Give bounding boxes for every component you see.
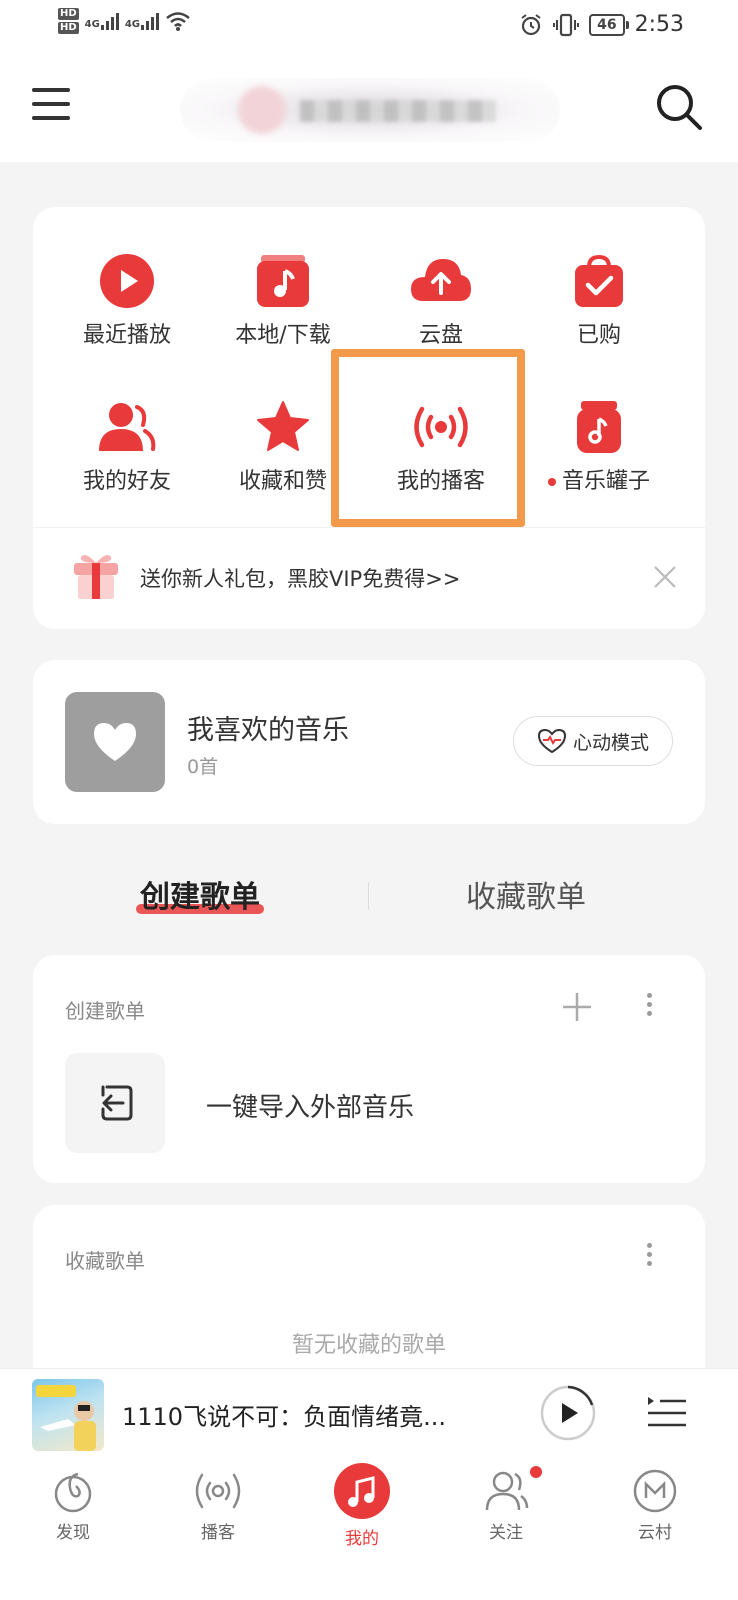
liked-music-card[interactable]: 我喜欢的音乐 0首 心动模式 [33,660,705,824]
discover-icon [54,1472,92,1513]
playlist-tabs: 创建歌单 收藏歌单 [0,866,738,932]
network-type-1: 4G [84,19,100,30]
shortcut-purchased[interactable]: 已购 [515,253,683,373]
shortcut-friends[interactable]: 我的好友 [43,399,211,519]
nav-label: 云村 [638,1523,672,1543]
import-external-music[interactable]: 一键导入外部音乐 [206,1087,414,1124]
shortcut-card: 最近播放 本地/下载 云盘 已购 我的好友 收藏和赞 我的播客 音乐罐子 送你新… [33,207,705,629]
divider [33,527,705,528]
import-icon-box[interactable] [65,1053,165,1153]
music-note-box-icon [257,255,309,307]
shortcut-label: 本地/下载 [235,323,331,348]
music-note-icon [334,1463,390,1519]
network-status: HD HD 4G 4G [58,8,191,34]
cover-art-icon [36,1385,96,1451]
avatar [238,86,286,134]
import-icon [101,1085,133,1121]
hd-indicator-2: HD [58,22,79,34]
section-title: 创建歌单 [65,999,145,1023]
more-options-icon[interactable] [639,1239,659,1273]
clock: 2:53 [634,12,684,37]
new-badge-dot [547,478,556,486]
section-title: 收藏歌单 [65,1249,145,1273]
heart-icon [94,723,136,761]
close-icon[interactable] [653,565,677,589]
user-profile-blurred[interactable] [180,78,560,142]
shortcut-label: 已购 [576,323,621,348]
star-icon [257,401,309,451]
shortcut-label: 音乐罐子 [561,469,650,494]
top-bar [0,56,738,162]
signal-1: 4G [85,12,119,30]
podcast-icon [195,1473,241,1509]
hd-indicator-1: HD [58,8,79,20]
nav-label: 关注 [489,1523,523,1543]
gift-icon [74,555,118,599]
signal-bars-1-icon [100,12,119,30]
username-blurred [300,100,496,122]
cloud-upload-icon [411,259,471,301]
heartbeat-icon [537,728,566,754]
now-playing-title: 1110飞说不可：负面情绪竟... [122,1403,446,1431]
tab-separator [368,882,369,910]
status-bar: HD HD 4G 4G 46 2:53 [0,0,738,56]
promo-banner[interactable]: 送你新人礼包，黑胶VIP免费得>> [33,537,705,617]
music-jar-icon [577,401,621,453]
bottom-nav: 发现 播客 我的 关注 云村 [0,1458,738,1600]
friends-icon [99,403,156,451]
add-playlist-icon[interactable] [561,991,593,1023]
highlight-annotation-box [331,349,525,527]
more-options-icon[interactable] [639,989,659,1023]
nav-label: 发现 [56,1523,90,1543]
empty-state-text: 暂无收藏的歌单 [291,1333,446,1358]
tab-created-playlists[interactable]: 创建歌单 [136,872,264,916]
menu-button[interactable] [32,88,70,122]
shortcut-label: 云盘 [418,323,463,348]
cloud-village-icon [633,1469,677,1513]
shortcut-label-with-dot: 音乐罐子 [515,463,683,495]
nav-label: 播客 [201,1523,235,1543]
system-status: 46 2:53 [519,12,684,37]
shortcut-label: 我的好友 [82,469,171,494]
shortcut-label: 最近播放 [82,323,171,348]
shopping-bag-check-icon [575,254,623,307]
shortcut-recent-play[interactable]: 最近播放 [43,253,211,373]
created-playlists-card: 创建歌单 一键导入外部音乐 [33,955,705,1183]
search-icon[interactable] [654,82,704,132]
now-playing-cover[interactable] [32,1379,104,1451]
nav-podcast[interactable]: 播客 [163,1468,273,1543]
battery-indicator: 46 [589,13,630,36]
alarm-icon [521,13,541,35]
nav-cloud-village[interactable]: 云村 [600,1468,710,1543]
vibrate-icon [553,13,580,36]
play-circle-icon [100,254,154,308]
signal-2: 4G [124,12,160,30]
wifi-icon [166,12,190,31]
shortcut-grid: 最近播放 本地/下载 云盘 已购 我的好友 收藏和赞 我的播客 音乐罐子 [33,207,705,527]
liked-music-count: 0首 [187,756,219,778]
mini-player[interactable]: 1110飞说不可：负面情绪竟... [0,1368,738,1458]
heartbeat-mode-label: 心动模式 [572,731,649,754]
nav-follow[interactable]: 关注 [451,1468,561,1543]
follow-icon [485,1471,529,1511]
play-icon[interactable] [540,1385,596,1441]
network-type-2: 4G [124,19,141,30]
tab-collected-playlists[interactable]: 收藏歌单 [466,872,586,916]
nav-mine[interactable]: 我的 [307,1463,417,1549]
liked-music-title: 我喜欢的音乐 [187,715,349,746]
liked-music-cover [65,692,165,792]
playlist-icon[interactable] [646,1393,688,1433]
signal-bars-2-icon [141,12,160,30]
nav-discover[interactable]: 发现 [18,1468,128,1543]
promo-text: 送你新人礼包，黑胶VIP免费得>> [140,567,461,591]
notification-dot [530,1466,542,1478]
heartbeat-mode-button[interactable]: 心动模式 [513,716,673,766]
nav-label: 我的 [345,1529,379,1549]
shortcut-music-jar[interactable]: 音乐罐子 [515,399,683,519]
